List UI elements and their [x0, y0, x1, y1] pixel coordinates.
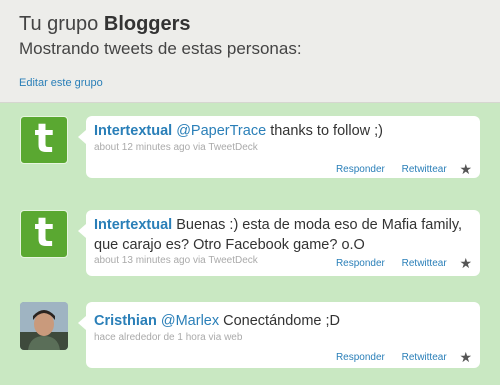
user-photo-icon: [20, 302, 68, 350]
favorite-star-icon[interactable]: ★: [459, 349, 472, 366]
tweet-actions: Responder Retwittear ★: [322, 255, 472, 272]
reply-button[interactable]: Responder: [336, 352, 385, 363]
group-title: Tu grupo Bloggers: [19, 13, 191, 36]
tweet-text: Intertextual @PaperTrace thanks to follo…: [94, 121, 464, 141]
tweet-text: Cristhian @Marlex Conectándome ;D: [94, 311, 464, 331]
edit-group-link[interactable]: Editar este grupo: [19, 77, 103, 89]
tweet-item: Cristhian @Marlex Conectándome ;D hace a…: [20, 302, 480, 368]
avatar[interactable]: t: [20, 116, 68, 164]
favorite-star-icon[interactable]: ★: [459, 161, 472, 178]
tweet-text: Intertextual Buenas :) esta de moda eso …: [94, 215, 464, 255]
group-title-prefix: Tu grupo: [19, 13, 99, 35]
tweet-meta: about 12 minutes ago via TweetDeck: [94, 142, 258, 153]
favorite-star-icon[interactable]: ★: [459, 255, 472, 272]
tweet-bubble: Intertextual @PaperTrace thanks to follo…: [78, 116, 480, 178]
retweet-button[interactable]: Retwittear: [402, 164, 447, 175]
tweet-actions: Responder Retwittear ★: [322, 161, 472, 178]
tweet-meta: about 13 minutes ago via TweetDeck: [94, 255, 258, 266]
reply-button[interactable]: Responder: [336, 164, 385, 175]
tweet-body: Conectándome ;D: [223, 313, 341, 329]
tweet-username[interactable]: Cristhian: [94, 313, 157, 329]
tweet-username[interactable]: Intertextual: [94, 123, 172, 139]
group-header: Tu grupo Bloggers Mostrando tweets de es…: [0, 0, 500, 103]
retweet-button[interactable]: Retwittear: [402, 352, 447, 363]
group-name: Bloggers: [103, 13, 191, 35]
tweet-meta: hace alrededor de 1 hora via web: [94, 332, 243, 343]
tweet-bubble: Cristhian @Marlex Conectándome ;D hace a…: [78, 302, 480, 368]
twitter-t-logo-icon: t: [34, 210, 54, 256]
tweet-body: thanks to follow ;): [270, 123, 384, 139]
tweet-item: t Intertextual Buenas :) esta de moda es…: [20, 210, 480, 276]
avatar[interactable]: t: [20, 210, 68, 258]
avatar[interactable]: [20, 302, 68, 350]
tweet-username[interactable]: Intertextual: [94, 217, 172, 233]
tweet-bubble: Intertextual Buenas :) esta de moda eso …: [78, 210, 480, 276]
tweet-mention[interactable]: @PaperTrace: [176, 123, 266, 139]
retweet-button[interactable]: Retwittear: [402, 258, 447, 269]
tweet-mention[interactable]: @Marlex: [161, 313, 219, 329]
reply-button[interactable]: Responder: [336, 258, 385, 269]
twitter-t-logo-icon: t: [34, 116, 54, 162]
group-subtitle: Mostrando tweets de estas personas:: [19, 39, 302, 58]
tweet-actions: Responder Retwittear ★: [322, 349, 472, 366]
tweet-item: t Intertextual @PaperTrace thanks to fol…: [20, 116, 480, 180]
